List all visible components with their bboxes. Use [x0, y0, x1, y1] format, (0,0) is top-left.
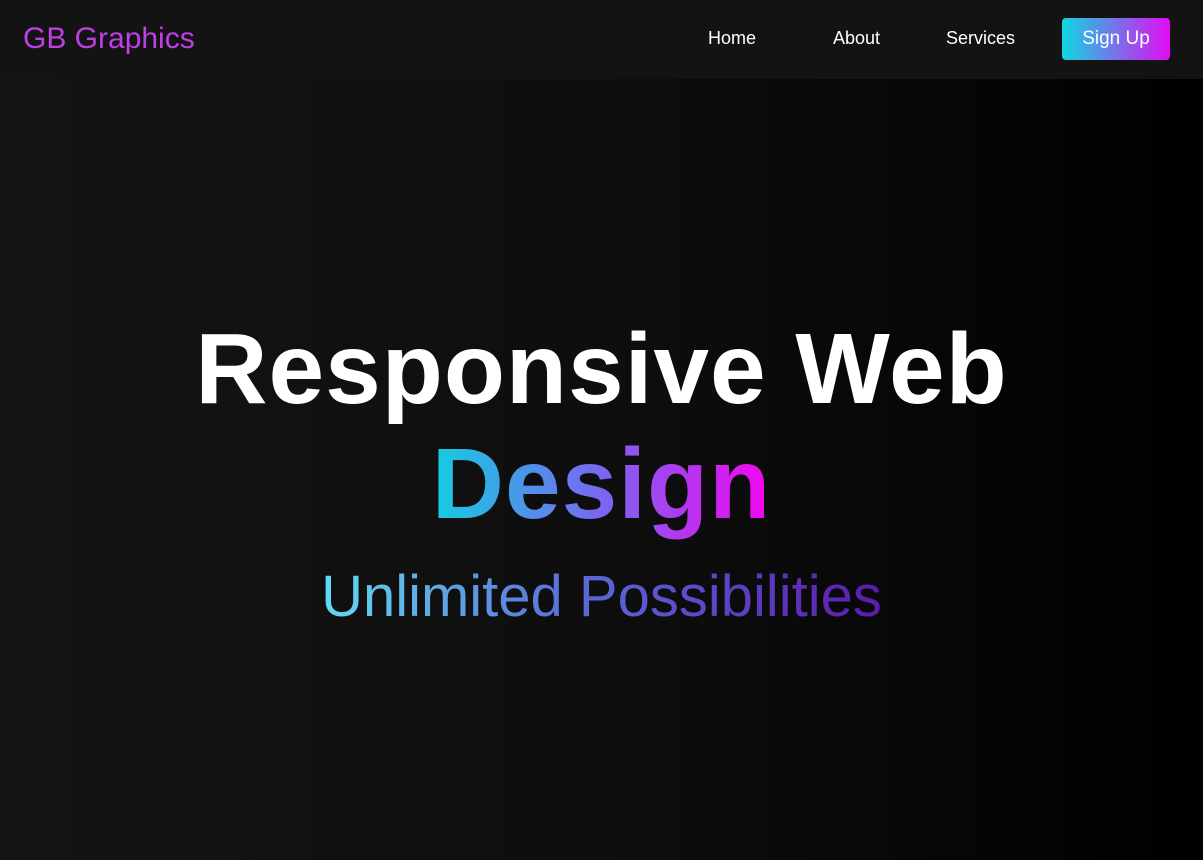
- sign-up-button[interactable]: Sign Up: [1062, 18, 1170, 60]
- nav-link-about[interactable]: About: [833, 27, 880, 49]
- hero-title-highlight: Design: [431, 428, 772, 540]
- nav-link-services[interactable]: Services: [946, 27, 1015, 49]
- hero-title-line1: Responsive Web: [195, 313, 1008, 425]
- site-logo[interactable]: GB Graphics: [23, 20, 195, 58]
- hero-section: Responsive Web Design Unlimited Possibil…: [0, 79, 1203, 860]
- hero-subtitle: Unlimited Possibilities: [0, 564, 1203, 630]
- navbar: GB Graphics Home About Services Sign Up: [0, 0, 1203, 79]
- nav-link-home[interactable]: Home: [708, 27, 756, 49]
- hero-title-line2: Design: [0, 429, 1203, 539]
- hero-subtitle-text: Unlimited Possibilities: [321, 564, 882, 629]
